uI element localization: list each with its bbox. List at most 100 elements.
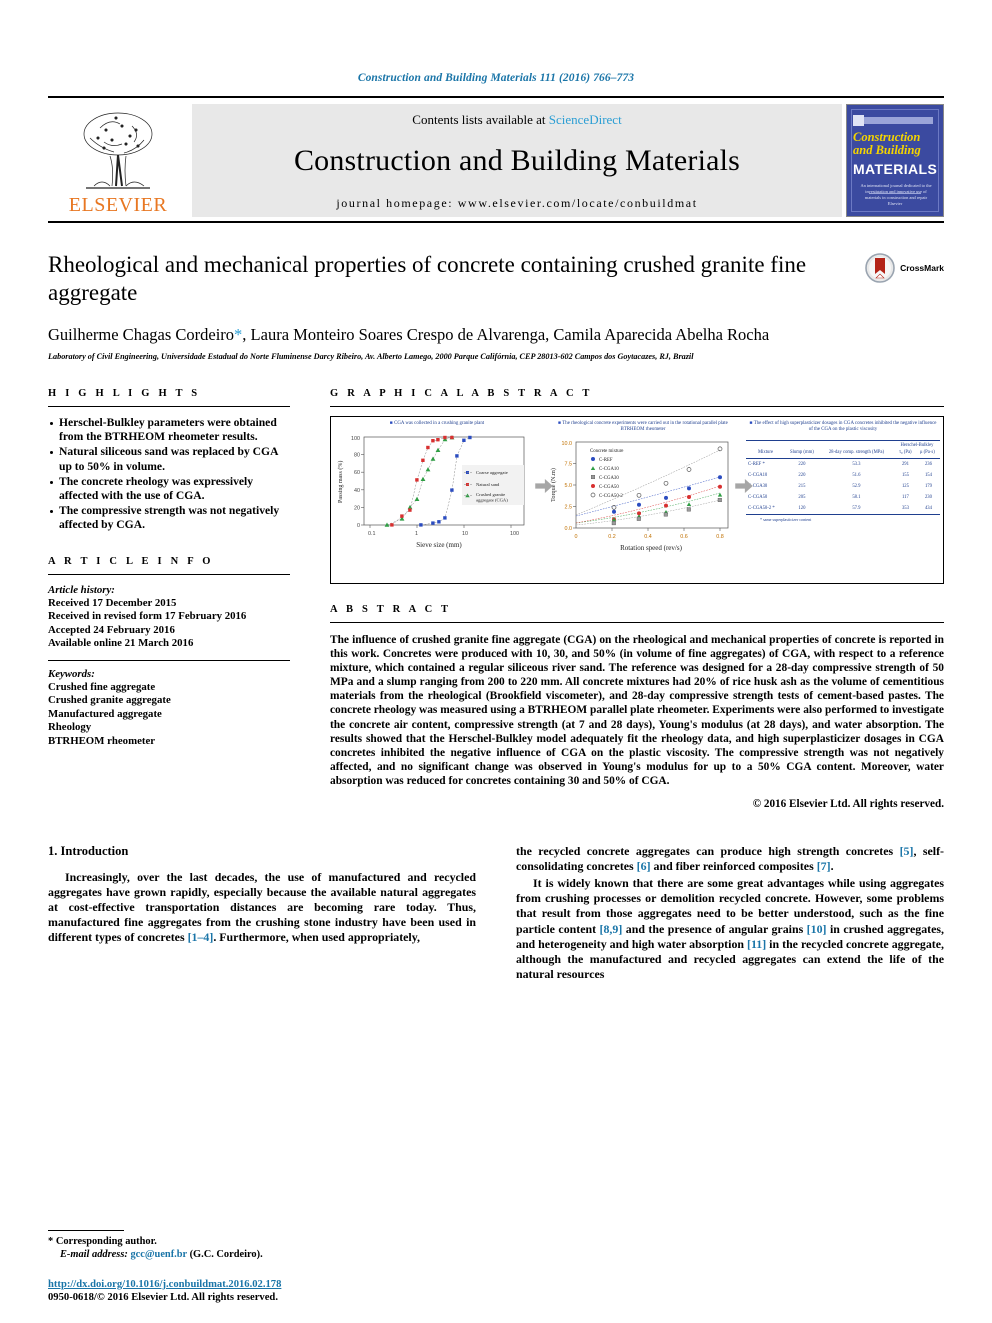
ga-results-table: Mixture Slump (mm) 28-day comp. strength…: [746, 439, 940, 515]
article-info-rule: [48, 573, 290, 575]
svg-text:1: 1: [415, 531, 418, 537]
affiliation: Laboratory of Civil Engineering, Univers…: [48, 352, 694, 361]
cell-mixture: C-CGA50-2 *: [746, 502, 785, 515]
svg-text:C-REF: C-REF: [599, 458, 613, 463]
body-columns: 1. Introduction Increasingly, over the l…: [48, 844, 944, 984]
sieve-chart-svg: 0 20 40 60 80 100 0.1 1 10 100 Passing m…: [337, 435, 525, 549]
col-mu: μ (Pa·s): [919, 449, 935, 455]
cover-blurb: An international journal dedicated to th…: [860, 183, 932, 200]
abstract-text: The influence of crushed granite fine ag…: [330, 634, 944, 787]
cell-mu: 230: [924, 494, 932, 500]
cell-strength: 58.1: [852, 494, 861, 500]
citation-link[interactable]: [5]: [900, 844, 914, 858]
svg-text:20: 20: [354, 506, 360, 512]
list-item: The compressive strength was not negativ…: [48, 504, 290, 532]
svg-text:Sieve size (mm): Sieve size (mm): [416, 541, 462, 549]
journal-cover-thumbnail: Construction and Building MATERIALS An i…: [846, 104, 944, 217]
cell-slump: 220: [798, 461, 806, 467]
citation-link[interactable]: [7]: [817, 859, 831, 873]
cell-mu: 179: [924, 483, 932, 489]
table-row: C-CGA10 220 51.6 155 154: [746, 470, 940, 481]
footnote-email: E-mail address: gcc@uenf.br (G.C. Cordei…: [48, 1248, 452, 1261]
authors-rest: , Laura Monteiro Soares Crespo de Alvare…: [242, 325, 770, 344]
journal-homepage[interactable]: journal homepage: www.elsevier.com/locat…: [336, 196, 697, 211]
crossmark-icon: [865, 253, 895, 283]
contents-line: Contents lists available at ScienceDirec…: [412, 112, 621, 128]
doi-link[interactable]: http://dx.doi.org/10.1016/j.conbuildmat.…: [48, 1278, 468, 1292]
cell-strength: 57.9: [818, 502, 894, 515]
cell-tau0: 353: [893, 502, 917, 515]
svg-text:0.8: 0.8: [716, 534, 724, 540]
paper-page: Construction and Building Materials 111 …: [0, 0, 992, 1323]
graphical-abstract-heading: G R A P H I C A L A B S T R A C T: [330, 388, 593, 399]
masthead-center: Contents lists available at ScienceDirec…: [192, 104, 842, 217]
crossmark-badge[interactable]: CrossMark: [865, 253, 944, 283]
table-header-row: Mixture Slump (mm) 28-day comp. strength…: [746, 439, 940, 459]
doi-block: http://dx.doi.org/10.1016/j.conbuildmat.…: [48, 1278, 468, 1305]
svg-text:0.6: 0.6: [680, 534, 688, 540]
ga-panel-1-caption: ■ CGA was collected in a crushing granit…: [334, 421, 540, 427]
body-column-left: 1. Introduction Increasingly, over the l…: [48, 844, 476, 984]
crossmark-label: CrossMark: [900, 263, 944, 273]
svg-text:Natural sand: Natural sand: [476, 482, 500, 487]
cell-tau0: 155: [901, 472, 909, 478]
para-text: the recycled concrete aggregates can pro…: [516, 844, 900, 859]
svg-text:10.0: 10.0: [562, 441, 573, 447]
citation-link[interactable]: [10]: [807, 922, 827, 936]
history-item: Received in revised form 17 February 201…: [48, 610, 247, 623]
elsevier-wordmark: ELSEVIER: [68, 194, 168, 216]
ga-panel-2: ■ The rheological concrete experiments w…: [543, 417, 753, 583]
right-column: G R A P H I C A L A B S T R A C T ■ CGA …: [290, 388, 944, 810]
svg-text:0.0: 0.0: [565, 526, 573, 532]
citation-link[interactable]: [6]: [637, 859, 651, 873]
email-link[interactable]: gcc@uenf.br: [130, 1249, 187, 1260]
keyword-item: BTRHEOM rheometer: [48, 734, 156, 747]
keyword-item: Crushed granite aggregate: [48, 694, 171, 707]
svg-text:C-CGA10: C-CGA10: [599, 467, 619, 472]
footnote-corresponding: * Corresponding author.: [48, 1235, 452, 1248]
footnote-rule: [48, 1230, 124, 1231]
col-strength: 28-day comp. strength (MPa): [818, 439, 894, 459]
article-info-heading: A R T I C L E I N F O: [48, 555, 214, 567]
svg-text:0.1: 0.1: [368, 531, 376, 537]
svg-text:40: 40: [354, 488, 360, 494]
cell-strength: 53.3: [852, 461, 861, 467]
citation-link[interactable]: [1–4]: [188, 930, 214, 944]
cell-slump: 120: [784, 502, 819, 515]
cover-line1: Construction and Building: [853, 131, 939, 157]
para-text-cont: .: [830, 859, 834, 874]
svg-text:aggregate (CGA): aggregate (CGA): [476, 498, 508, 503]
col-mixture: Mixture: [746, 439, 785, 459]
cell-slump: 205: [798, 494, 806, 500]
cover-rule: [869, 193, 921, 194]
contents-label: Contents lists available at: [412, 112, 546, 127]
svg-text:C-CGA30: C-CGA30: [599, 476, 619, 481]
svg-text:Coarse aggregate: Coarse aggregate: [476, 470, 508, 475]
citation-link[interactable]: [11]: [747, 937, 766, 951]
history-item: Accepted 24 February 2016: [48, 623, 175, 636]
svg-text:0.4: 0.4: [644, 534, 652, 540]
paragraph: the recycled concrete aggregates can pro…: [516, 844, 944, 874]
running-head: Construction and Building Materials 111 …: [357, 72, 635, 84]
flow-arrow-icon-1: [535, 479, 553, 493]
ga-caption-3-text: The effect of high superplasticizer dosa…: [753, 421, 937, 433]
sciencedirect-link[interactable]: ScienceDirect: [549, 112, 622, 127]
svg-text:10: 10: [462, 531, 468, 537]
svg-text:100: 100: [351, 436, 360, 442]
cell-mu: 236: [924, 461, 932, 467]
graphical-abstract-figure: ■ CGA was collected in a crushing granit…: [330, 416, 944, 584]
cover-logo-box: [853, 115, 864, 126]
table-footnote: * same superplasticizer content: [760, 516, 812, 522]
keyword-item: Manufactured aggregate: [48, 707, 162, 720]
svg-text:Passing mass (%): Passing mass (%): [337, 461, 344, 503]
highlights-list: Herschel-Bulkley parameters were obtaine…: [48, 416, 290, 533]
left-column: H I G H L I G H T S Herschel-Bulkley par…: [48, 388, 290, 810]
cover-footer: Elsevier: [887, 201, 903, 206]
citation-link[interactable]: [8,9]: [600, 922, 623, 936]
cell-strength: 51.6: [852, 472, 861, 478]
svg-text:0: 0: [575, 534, 578, 540]
svg-text:7.5: 7.5: [565, 461, 573, 467]
svg-text:80: 80: [354, 453, 360, 459]
cell-mixture: C-REF *: [748, 461, 765, 467]
history-item: Available online 21 March 2016: [48, 637, 194, 650]
